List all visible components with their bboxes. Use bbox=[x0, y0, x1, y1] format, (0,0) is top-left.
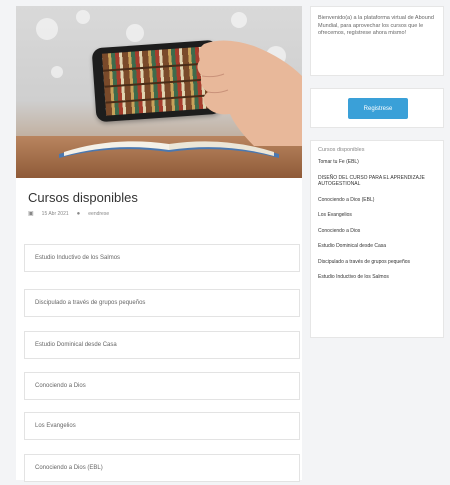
course-link[interactable]: Estudio Dominical desde Casa bbox=[318, 243, 436, 250]
page: Cursos disponibles ▣ 15 Abr 2021 ● eendr… bbox=[0, 0, 450, 485]
calendar-icon: ▣ bbox=[28, 211, 34, 217]
post-date: 15 Abr 2021 bbox=[41, 210, 69, 217]
course-link[interactable]: DISEÑO DEL CURSO PARA EL APRENDIZAJE AUT… bbox=[318, 175, 436, 188]
post-author[interactable]: eendrese bbox=[88, 211, 109, 217]
courses-widget: Cursos disponibles Tomar tu Fe (EBL) DIS… bbox=[310, 140, 444, 338]
course-card[interactable]: Conociendo a Dios (EBL) bbox=[24, 454, 300, 482]
course-card[interactable]: Los Evangelios bbox=[24, 412, 300, 440]
course-card[interactable]: Discipulado a través de grupos pequeños bbox=[24, 289, 300, 317]
courses-widget-title: Cursos disponibles bbox=[318, 147, 365, 153]
welcome-text: Bienvenido(a) a la plataforma virtual de… bbox=[318, 15, 434, 36]
course-link[interactable]: Tomar tu Fe (EBL) bbox=[318, 159, 436, 166]
course-link[interactable]: Conociendo a Dios bbox=[318, 228, 436, 235]
course-link[interactable]: Los Evangelios bbox=[318, 212, 436, 219]
welcome-widget: Bienvenido(a) a la plataforma virtual de… bbox=[310, 6, 444, 76]
register-button[interactable]: Registrese bbox=[348, 98, 408, 119]
register-widget: Registrese bbox=[310, 88, 444, 128]
hero-image bbox=[16, 6, 302, 178]
course-link[interactable]: Discipulado a través de grupos pequeños bbox=[318, 259, 436, 266]
course-link[interactable]: Conociendo a Dios (EBL) bbox=[318, 197, 436, 204]
hand-illustration bbox=[197, 40, 302, 146]
course-card[interactable]: Estudio Inductivo de los Salmos bbox=[24, 244, 300, 272]
course-card[interactable]: Estudio Dominical desde Casa bbox=[24, 331, 300, 359]
post-meta: ▣ 15 Abr 2021 ● eendrese bbox=[28, 210, 109, 218]
page-title: Cursos disponibles bbox=[28, 190, 138, 205]
main-content: Cursos disponibles ▣ 15 Abr 2021 ● eendr… bbox=[16, 6, 302, 482]
course-card[interactable]: Conociendo a Dios bbox=[24, 372, 300, 400]
course-link[interactable]: Estudio Inductivo de los Salmos bbox=[318, 274, 436, 281]
user-icon: ● bbox=[76, 210, 81, 217]
